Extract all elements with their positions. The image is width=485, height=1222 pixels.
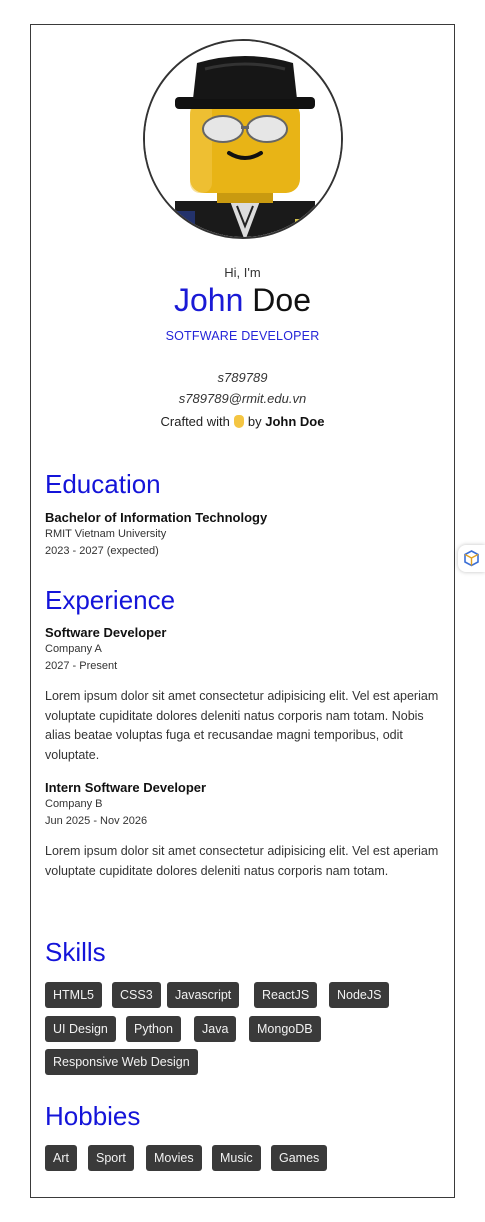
skill-tag: NodeJS bbox=[329, 982, 390, 1008]
skills-heading: Skills bbox=[45, 937, 106, 967]
resume-card: Hi, I'm John Doe SOTFWARE DEVELOPER s789… bbox=[30, 24, 455, 1198]
experience-company: Company B bbox=[45, 798, 103, 810]
experience-heading: Experience bbox=[45, 585, 176, 615]
education-school: RMIT Vietnam University bbox=[45, 528, 167, 540]
crafted-author: John Doe bbox=[265, 414, 325, 429]
education-degree: Bachelor of Information Technology bbox=[45, 510, 268, 525]
crafted-by: by bbox=[247, 414, 262, 429]
experience-role: Software Developer bbox=[45, 625, 167, 640]
hobby-tag: Sport bbox=[88, 1145, 134, 1171]
hobby-tag: Games bbox=[271, 1145, 328, 1171]
first-name: John bbox=[174, 282, 244, 318]
hand-emoji-icon bbox=[233, 415, 244, 428]
skill-tag: Python bbox=[126, 1016, 181, 1042]
crafted-line: Crafted with by John Doe bbox=[31, 414, 454, 429]
job-role: SOTFWARE DEVELOPER bbox=[165, 329, 320, 343]
skill-tag: ReactJS bbox=[254, 982, 318, 1008]
last-name: Doe bbox=[252, 282, 311, 318]
experience-description: Lorem ipsum dolor sit amet consectetur a… bbox=[45, 689, 439, 762]
skill-tag: HTML5 bbox=[45, 982, 102, 1008]
greeting: Hi, I'm bbox=[224, 265, 261, 280]
skill-tag: Responsive Web Design bbox=[45, 1049, 198, 1075]
education-period: 2023 - 2027 (expected) bbox=[45, 545, 159, 557]
crafted-prefix: Crafted with bbox=[160, 414, 230, 429]
skill-tag: CSS3 bbox=[112, 982, 161, 1008]
hobbies-heading: Hobbies bbox=[45, 1101, 141, 1131]
experience-company: Company A bbox=[45, 643, 102, 655]
avatar bbox=[143, 39, 343, 239]
experience-period: 2027 - Present bbox=[45, 660, 118, 672]
lego-figure-avatar-icon bbox=[145, 41, 341, 237]
skill-tag: Javascript bbox=[167, 982, 240, 1008]
student-id: s789789 bbox=[217, 370, 268, 385]
hobby-tag: Music bbox=[212, 1145, 261, 1171]
skill-tag: MongoDB bbox=[249, 1016, 321, 1042]
experience-description: Lorem ipsum dolor sit amet consectetur a… bbox=[45, 844, 439, 878]
hobby-tag: Movies bbox=[146, 1145, 202, 1171]
experience-period: Jun 2025 - Nov 2026 bbox=[45, 815, 148, 827]
skill-tag: Java bbox=[194, 1016, 237, 1042]
hobby-tag: Art bbox=[45, 1145, 77, 1171]
email-link[interactable]: s789789@rmit.edu.vn bbox=[31, 391, 454, 406]
full-name: John Doe bbox=[31, 282, 454, 319]
education-heading: Education bbox=[45, 469, 161, 499]
extension-cube-icon bbox=[464, 550, 479, 567]
experience-role: Intern Software Developer bbox=[45, 780, 207, 795]
extension-widget-button[interactable] bbox=[458, 545, 485, 572]
skill-tag: UI Design bbox=[45, 1016, 116, 1042]
